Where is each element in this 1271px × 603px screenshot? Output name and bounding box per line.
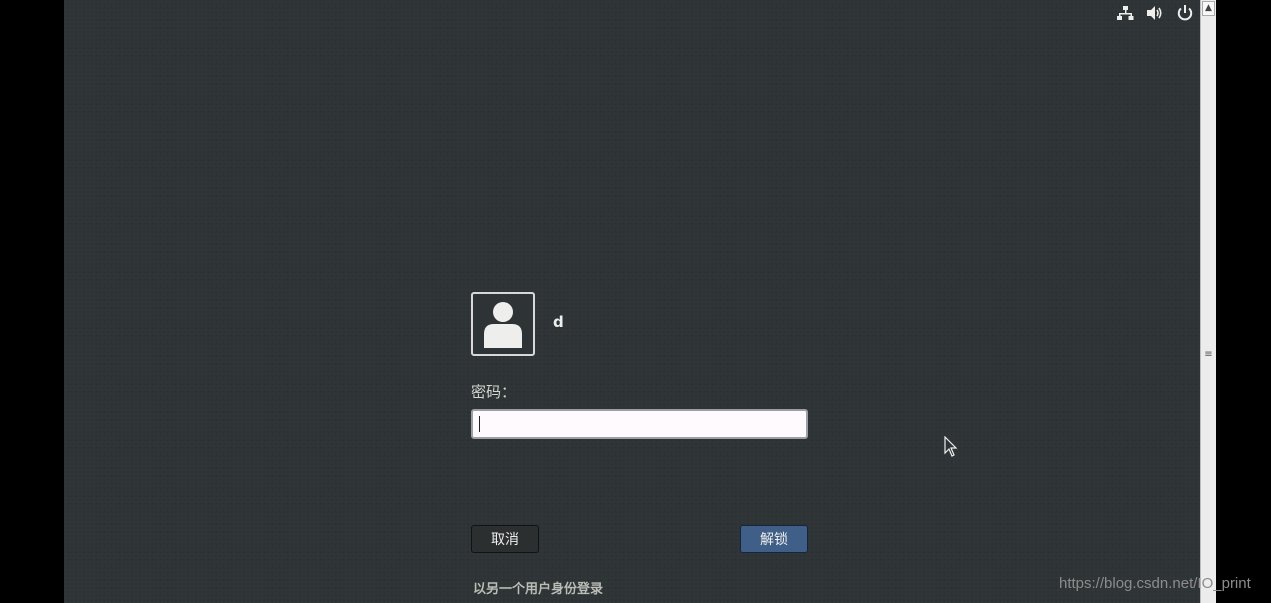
text-caret [479, 416, 480, 432]
user-avatar [471, 292, 535, 356]
lock-screen [64, 0, 1200, 603]
user-silhouette-icon [484, 302, 522, 348]
unlock-button[interactable]: 解锁 [740, 525, 808, 553]
network-icon[interactable] [1116, 4, 1134, 22]
vertical-scrollbar[interactable]: ▲ ≡ [1200, 0, 1216, 603]
volume-icon[interactable] [1146, 4, 1164, 22]
power-icon[interactable] [1176, 4, 1194, 22]
watermark-text: https://blog.csdn.net/IO_print [1059, 575, 1251, 592]
user-name: d [553, 313, 564, 331]
left-black-border [0, 0, 64, 603]
mouse-cursor-icon [944, 436, 958, 457]
scroll-up-arrow[interactable]: ▲ [1202, 1, 1215, 16]
system-tray [1116, 4, 1194, 22]
password-input[interactable] [471, 409, 808, 439]
scroll-grip-icon[interactable]: ≡ [1204, 350, 1213, 360]
cancel-button[interactable]: 取消 [471, 525, 539, 553]
right-black-border [1216, 0, 1271, 603]
password-label: 密码： [471, 383, 517, 401]
switch-user-link[interactable]: 以另一个用户身份登录 [473, 578, 603, 597]
